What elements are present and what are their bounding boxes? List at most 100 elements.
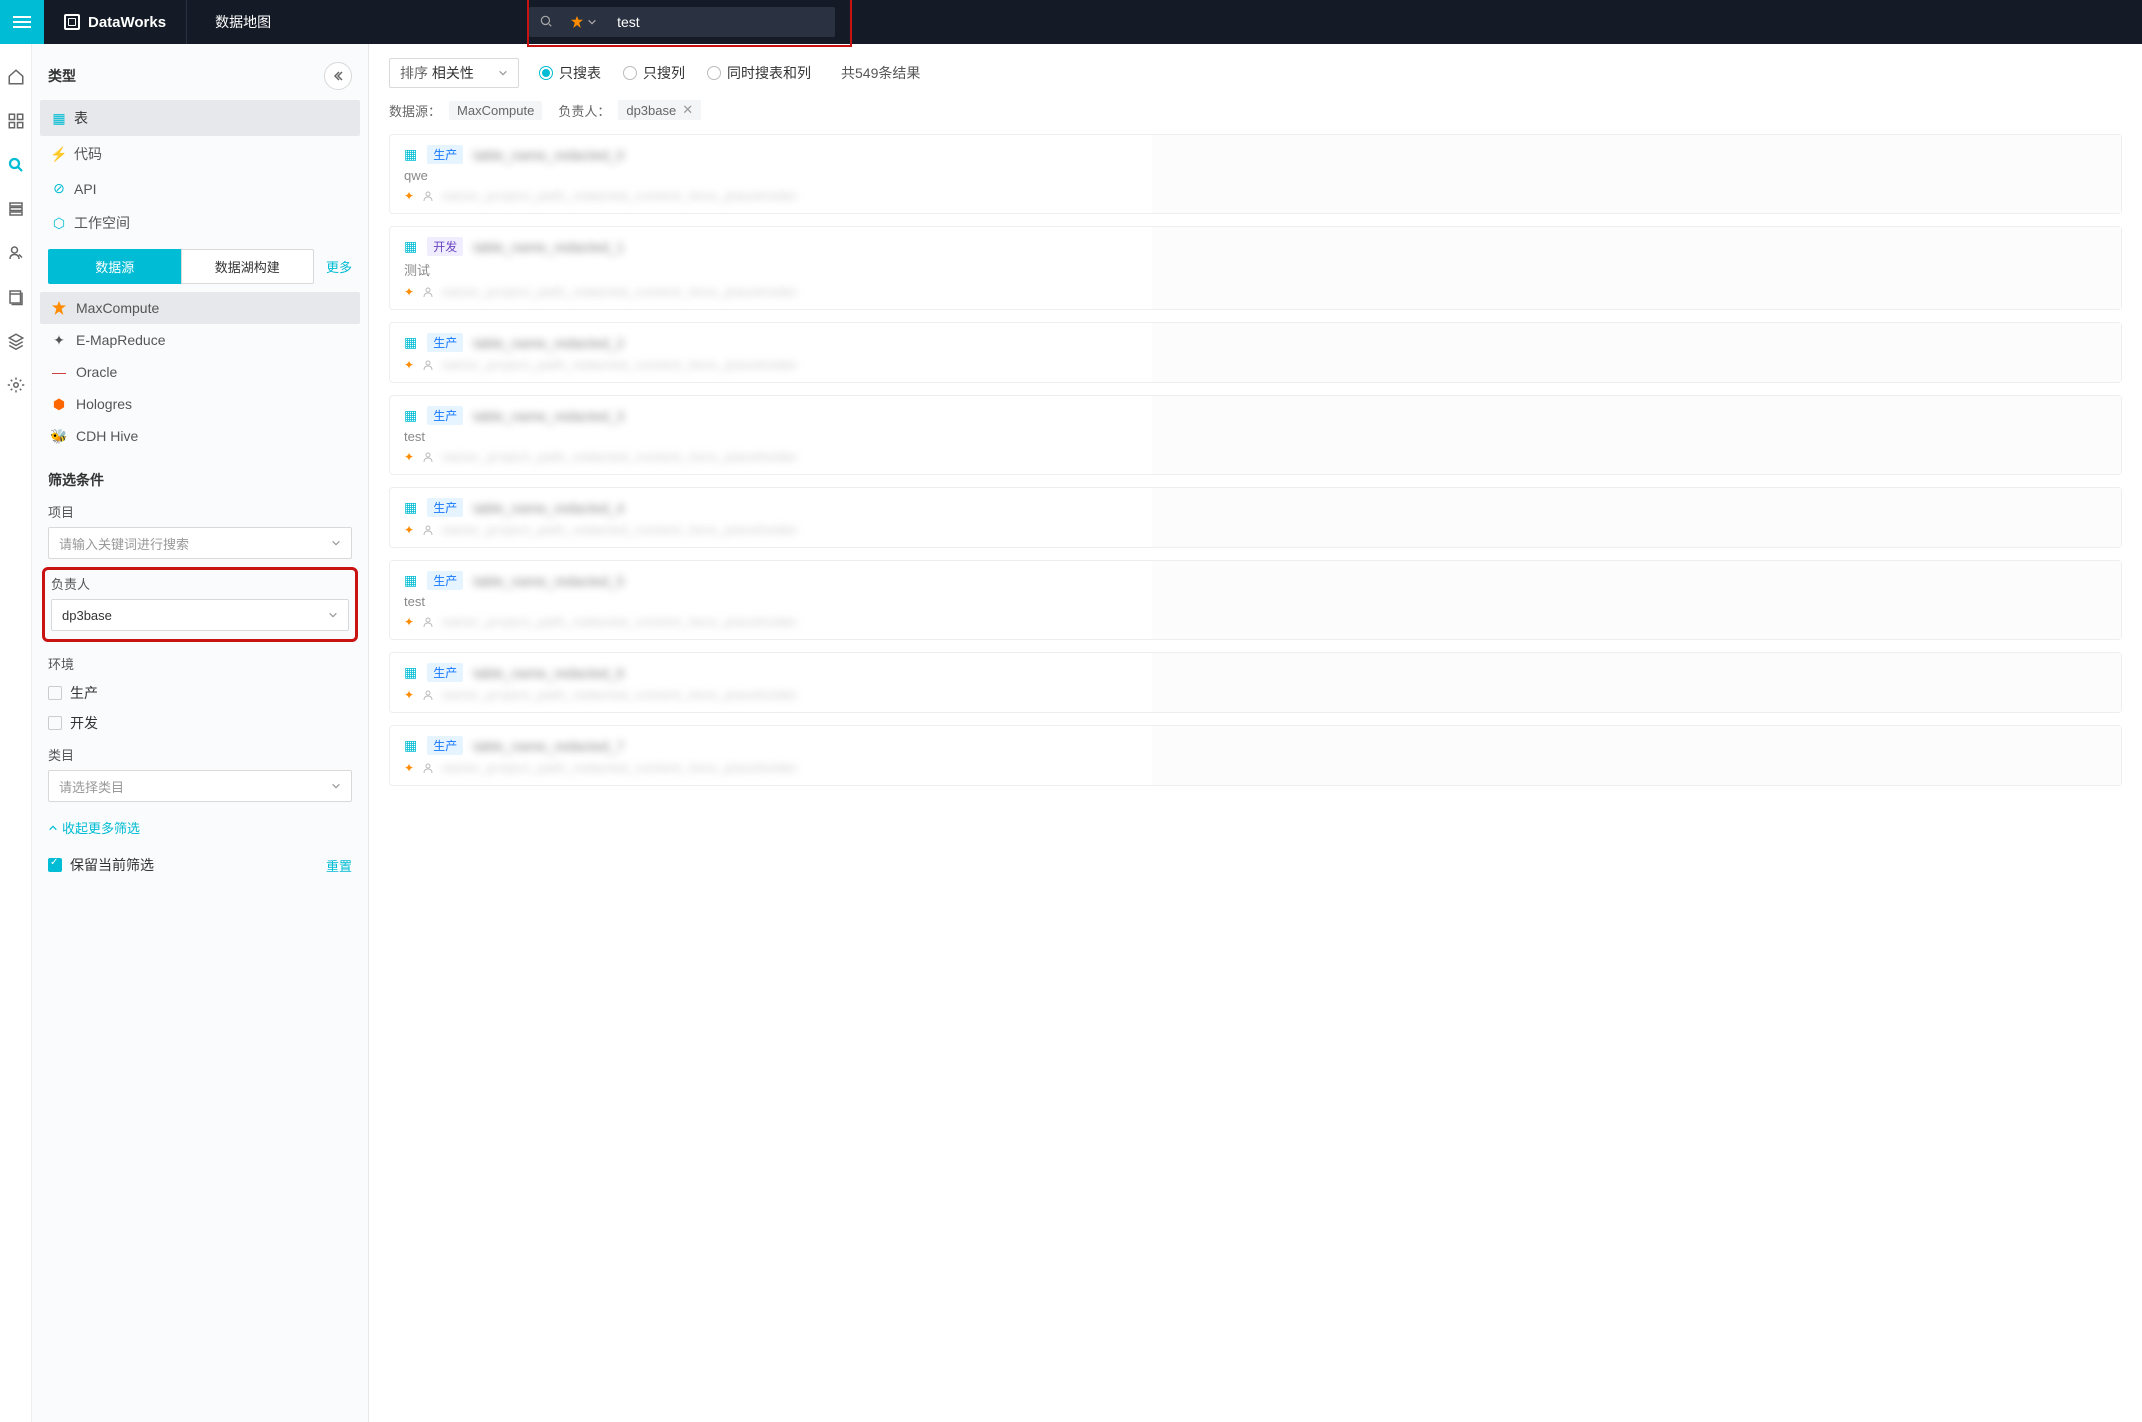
table-icon: ▦ bbox=[404, 334, 417, 351]
result-meta: owner_project_path_redacted_content_here… bbox=[442, 523, 798, 537]
hive-icon: 🐝 bbox=[52, 429, 66, 443]
env-dev-checkbox[interactable]: 开发 bbox=[48, 713, 352, 733]
ds-hologres[interactable]: ⬢ Hologres bbox=[40, 388, 360, 420]
nav-settings-icon[interactable] bbox=[1, 370, 31, 400]
maxcompute-icon: ✦ bbox=[404, 189, 414, 203]
radio-label: 只搜列 bbox=[643, 63, 685, 83]
result-meta: owner_project_path_redacted_content_here… bbox=[442, 189, 798, 203]
chip-datasource[interactable]: MaxCompute bbox=[449, 101, 542, 120]
env-badge: 生产 bbox=[427, 663, 463, 682]
result-card[interactable]: ▦ 生产 table_name_redacted_4 ✦ owner_proje… bbox=[389, 487, 2122, 548]
type-code[interactable]: ⚡ 代码 bbox=[40, 136, 360, 172]
search-scope-dropdown[interactable] bbox=[563, 16, 605, 28]
collapse-sidebar-button[interactable] bbox=[324, 62, 352, 90]
user-icon bbox=[422, 190, 434, 202]
user-icon bbox=[422, 524, 434, 536]
result-card[interactable]: ▦ 开发 table_name_redacted_1 测试 ✦ owner_pr… bbox=[389, 226, 2122, 310]
env-badge: 生产 bbox=[427, 333, 463, 352]
table-icon: ▦ bbox=[404, 737, 417, 754]
ds-label: E-MapReduce bbox=[76, 332, 166, 348]
ds-emapreduce[interactable]: ✦ E-MapReduce bbox=[40, 324, 360, 356]
maxcompute-icon bbox=[52, 301, 66, 315]
owner-select[interactable]: dp3base bbox=[51, 599, 349, 631]
type-workspace[interactable]: ⬡ 工作空间 bbox=[40, 205, 360, 241]
radio-search-column[interactable]: 只搜列 bbox=[623, 63, 685, 83]
sort-select[interactable]: 排序 相关性 bbox=[389, 58, 519, 88]
category-select[interactable]: 请选择类目 bbox=[48, 770, 352, 802]
env-badge: 生产 bbox=[427, 145, 463, 164]
chevron-up-icon bbox=[48, 823, 58, 833]
user-icon bbox=[422, 616, 434, 628]
user-icon bbox=[422, 359, 434, 371]
active-filter-chips: 数据源： MaxCompute 负责人： dp3base✕ bbox=[389, 100, 2122, 120]
result-subtitle: test bbox=[404, 429, 2107, 444]
project-select[interactable]: 请输入关键词进行搜索 bbox=[48, 527, 352, 559]
nav-catalog-icon[interactable] bbox=[1, 194, 31, 224]
search-icon[interactable] bbox=[529, 14, 563, 31]
reset-button[interactable]: 重置 bbox=[326, 856, 352, 875]
radio-search-table[interactable]: 只搜表 bbox=[539, 63, 601, 83]
env-badge: 生产 bbox=[427, 736, 463, 755]
table-icon: ▦ bbox=[404, 407, 417, 424]
hamburger-menu[interactable] bbox=[0, 0, 44, 44]
result-card[interactable]: ▦ 生产 table_name_redacted_3 test ✦ owner_… bbox=[389, 395, 2122, 475]
env-badge: 生产 bbox=[427, 406, 463, 425]
ds-label: Hologres bbox=[76, 396, 132, 412]
result-card[interactable]: ▦ 生产 table_name_redacted_6 ✦ owner_proje… bbox=[389, 652, 2122, 713]
nav-layers-icon[interactable] bbox=[1, 326, 31, 356]
result-meta: owner_project_path_redacted_content_here… bbox=[442, 688, 798, 702]
tab-more[interactable]: 更多 bbox=[326, 257, 352, 276]
user-icon bbox=[422, 689, 434, 701]
table-icon: ▦ bbox=[404, 499, 417, 516]
result-card[interactable]: ▦ 生产 table_name_redacted_0 qwe ✦ owner_p… bbox=[389, 134, 2122, 214]
chevron-down-icon bbox=[498, 68, 508, 78]
ds-label: CDH Hive bbox=[76, 428, 138, 444]
sidebar: 类型 ▦ 表 ⚡ 代码 ⊘ API ⬡ 工作空间 数据源 bbox=[32, 44, 369, 1422]
tab-datalake[interactable]: 数据湖构建 bbox=[181, 249, 315, 284]
table-icon: ▦ bbox=[404, 572, 417, 589]
section-title-type: 类型 bbox=[48, 66, 76, 86]
nav-home-icon[interactable] bbox=[1, 62, 31, 92]
collapse-more-filters[interactable]: 收起更多筛选 bbox=[48, 818, 352, 837]
collapse-label: 收起更多筛选 bbox=[62, 818, 140, 837]
env-badge: 开发 bbox=[427, 237, 463, 256]
result-title: table_name_redacted_4 bbox=[473, 500, 624, 516]
checkbox-icon bbox=[48, 716, 62, 730]
table-icon: ▦ bbox=[404, 146, 417, 163]
result-title: table_name_redacted_7 bbox=[473, 738, 624, 754]
env-badge: 生产 bbox=[427, 571, 463, 590]
tab-data-map[interactable]: 数据地图 bbox=[187, 0, 299, 44]
ds-maxcompute[interactable]: MaxCompute bbox=[40, 292, 360, 324]
ds-cdhhive[interactable]: 🐝 CDH Hive bbox=[40, 420, 360, 452]
maxcompute-icon: ✦ bbox=[404, 285, 414, 299]
owner-label: 负责人 bbox=[51, 574, 349, 593]
oracle-icon: — bbox=[52, 365, 66, 379]
result-meta: owner_project_path_redacted_content_here… bbox=[442, 358, 798, 372]
result-card[interactable]: ▦ 生产 table_name_redacted_2 ✦ owner_proje… bbox=[389, 322, 2122, 383]
radio-search-both[interactable]: 同时搜表和列 bbox=[707, 63, 811, 83]
search-input[interactable] bbox=[605, 10, 835, 34]
nav-album-icon[interactable] bbox=[1, 282, 31, 312]
radio-icon bbox=[707, 66, 721, 80]
nav-user-icon[interactable] bbox=[1, 238, 31, 268]
nav-search-icon[interactable] bbox=[1, 150, 31, 180]
maxcompute-icon: ✦ bbox=[404, 761, 414, 775]
type-table[interactable]: ▦ 表 bbox=[40, 100, 360, 136]
result-count: 共549条结果 bbox=[841, 63, 920, 83]
maxcompute-icon: ✦ bbox=[404, 450, 414, 464]
maxcompute-icon: ✦ bbox=[404, 688, 414, 702]
toolbar: 排序 相关性 只搜表 只搜列 同时搜表和列 共549条结果 bbox=[389, 58, 2122, 88]
chip-owner[interactable]: dp3base✕ bbox=[618, 100, 701, 120]
result-card[interactable]: ▦ 生产 table_name_redacted_7 ✦ owner_proje… bbox=[389, 725, 2122, 786]
radio-label: 同时搜表和列 bbox=[727, 63, 811, 83]
close-icon[interactable]: ✕ bbox=[682, 102, 693, 118]
result-card[interactable]: ▦ 生产 table_name_redacted_5 test ✦ owner_… bbox=[389, 560, 2122, 640]
result-meta: owner_project_path_redacted_content_here… bbox=[442, 761, 798, 775]
type-api[interactable]: ⊘ API bbox=[40, 172, 360, 205]
nav-grid-icon[interactable] bbox=[1, 106, 31, 136]
ds-oracle[interactable]: — Oracle bbox=[40, 356, 360, 388]
keep-filter-checkbox[interactable]: 保留当前筛选 bbox=[48, 855, 154, 875]
brand[interactable]: DataWorks bbox=[44, 0, 187, 44]
env-prod-checkbox[interactable]: 生产 bbox=[48, 683, 352, 703]
tab-datasource[interactable]: 数据源 bbox=[48, 249, 182, 284]
